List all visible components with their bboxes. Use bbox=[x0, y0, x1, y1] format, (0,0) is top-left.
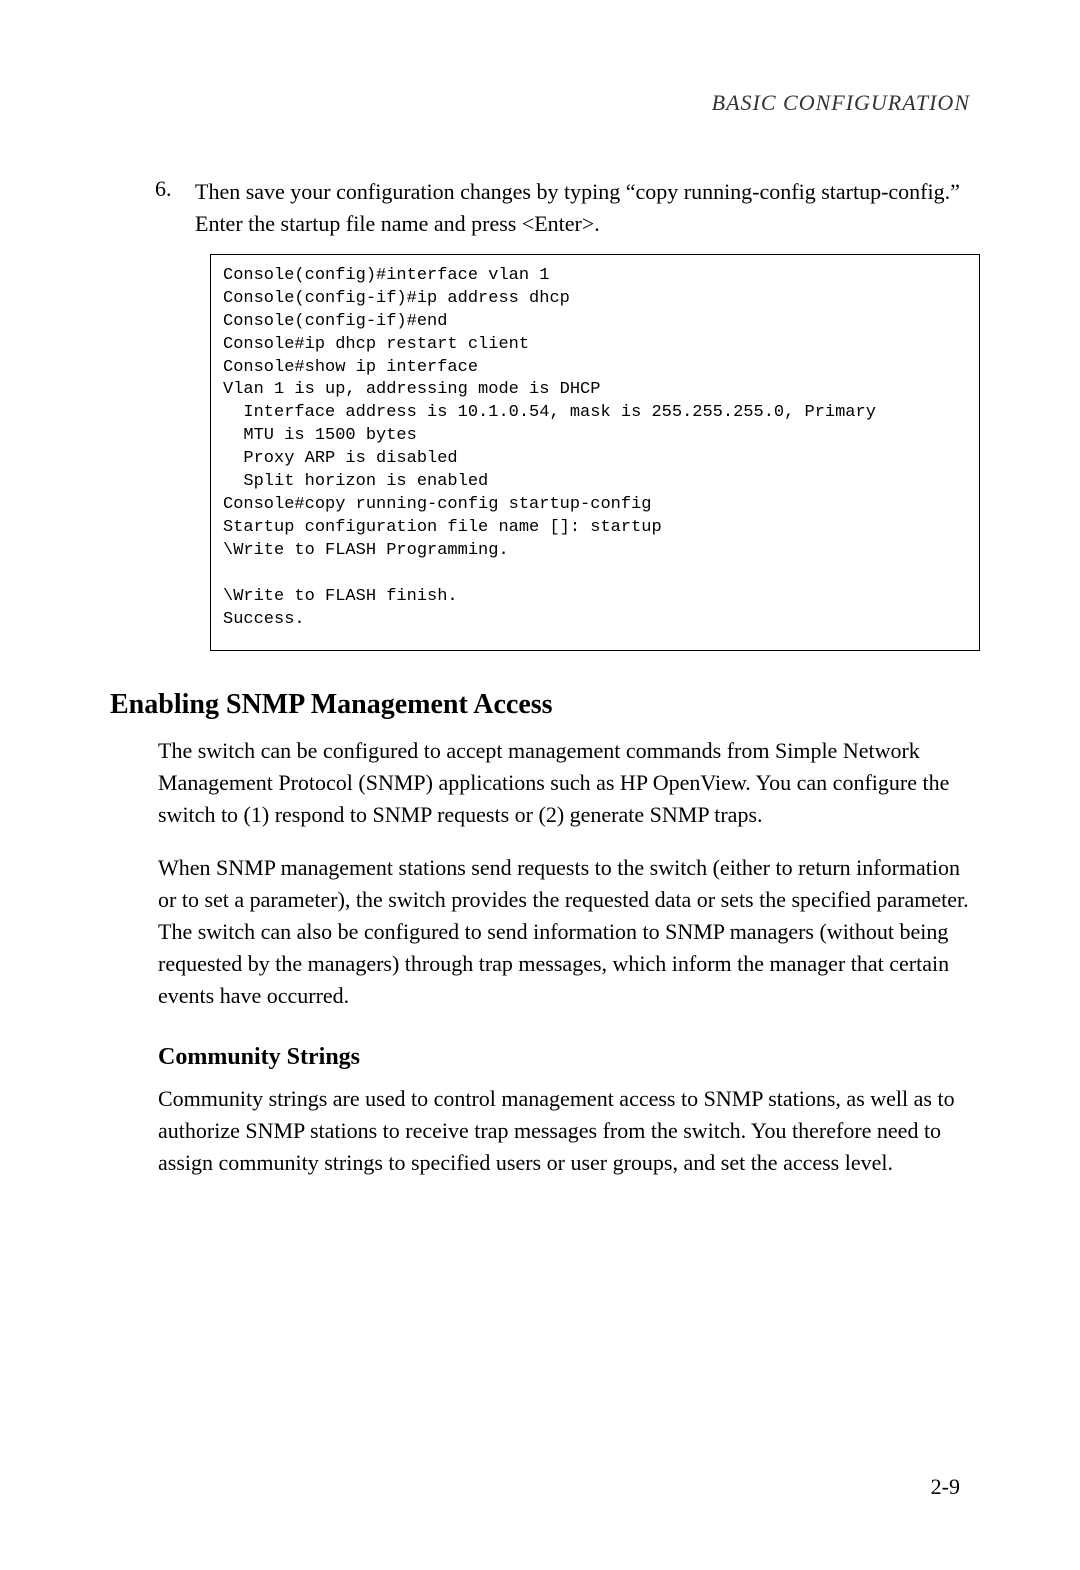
step-number: 6. bbox=[155, 176, 195, 240]
numbered-step: 6. Then save your configuration changes … bbox=[155, 176, 970, 240]
page-header: BASIC CONFIGURATION bbox=[110, 90, 970, 116]
subsection-paragraph: Community strings are used to control ma… bbox=[158, 1083, 970, 1179]
section-paragraph-1: The switch can be configured to accept m… bbox=[158, 735, 970, 831]
section-heading: Enabling SNMP Management Access bbox=[110, 689, 970, 721]
section-paragraph-2: When SNMP management stations send reque… bbox=[158, 852, 970, 1011]
page-number: 2-9 bbox=[931, 1474, 960, 1500]
subsection-heading: Community Strings bbox=[158, 1044, 970, 1071]
step-text: Then save your configuration changes by … bbox=[195, 176, 970, 240]
console-output: Console(config)#interface vlan 1 Console… bbox=[210, 254, 980, 651]
header-title: BASIC CONFIGURATION bbox=[712, 90, 970, 115]
